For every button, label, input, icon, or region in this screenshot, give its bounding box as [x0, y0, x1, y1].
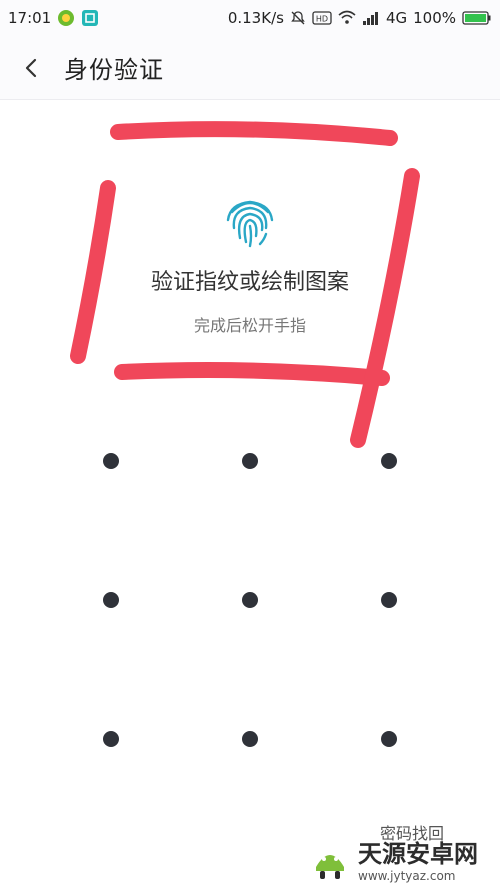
wifi-icon — [338, 10, 356, 26]
page-title: 身份验证 — [64, 56, 164, 84]
pattern-dot-3[interactable] — [381, 453, 397, 469]
verify-subline: 完成后松开手指 — [193, 316, 306, 335]
watermark-name: 天源安卓网 — [358, 840, 478, 868]
chevron-left-icon — [25, 58, 37, 77]
android-logo-icon — [316, 854, 344, 879]
net-speed: 0.13K/s — [227, 9, 284, 27]
pattern-dot-2[interactable] — [242, 453, 258, 469]
status-bar-left: 17:01 — [8, 9, 99, 27]
pattern-dot-6[interactable] — [381, 592, 397, 608]
pattern-dot-4[interactable] — [103, 592, 119, 608]
pattern-dot-8[interactable] — [242, 731, 258, 747]
status-bar-right: 0.13K/s HD 4G 100% — [228, 9, 492, 27]
pattern-dot-9[interactable] — [381, 731, 397, 747]
fingerprint-icon — [220, 190, 280, 250]
status-time: 17:01 — [8, 9, 52, 27]
app-bar: 身份验证 — [0, 36, 500, 100]
network-type: 4G — [385, 9, 408, 27]
hd-icon: HD — [312, 10, 332, 26]
signal-icon — [362, 10, 380, 26]
pattern-dot-1[interactable] — [103, 453, 119, 469]
battery-percent: 100% — [413, 9, 456, 27]
site-watermark: 天源安卓网 www.jytyaz.com — [308, 834, 478, 883]
watermark-url: www.jytyaz.com — [358, 869, 456, 883]
app-notification-icon — [57, 9, 75, 27]
pattern-dot-7[interactable] — [103, 731, 119, 747]
pattern-dot-5[interactable] — [242, 592, 258, 608]
annotation-highlight — [70, 121, 420, 448]
status-bar: 17:01 0.13K/s HD 4G 100% — [0, 0, 500, 36]
battery-level-fill — [465, 14, 486, 22]
verify-headline: 验证指纹或绘制图案 — [150, 270, 349, 295]
scan-icon — [81, 9, 99, 27]
back-button[interactable] — [0, 36, 64, 100]
mute-bell-icon — [290, 10, 306, 26]
svg-text:HD: HD — [316, 15, 328, 24]
battery-icon — [462, 10, 492, 26]
